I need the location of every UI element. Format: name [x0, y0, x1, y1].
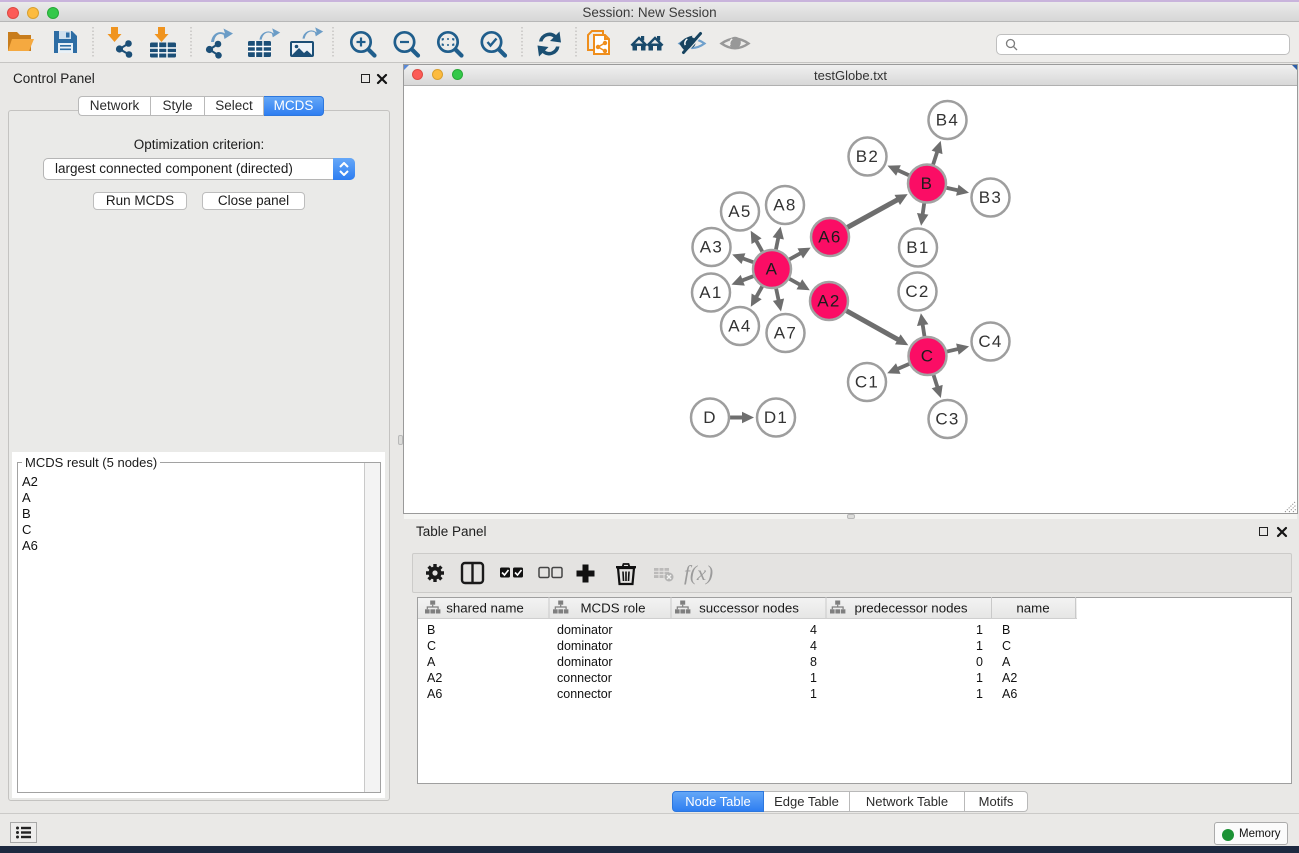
svg-text:B: B [427, 623, 435, 637]
svg-text:name: name [1016, 601, 1049, 616]
svg-text:4: 4 [810, 623, 817, 637]
svg-text:MCDS role: MCDS role [580, 601, 645, 616]
svg-text:dominator: dominator [557, 623, 613, 637]
svg-text:1: 1 [810, 687, 817, 701]
svg-text:connector: connector [557, 687, 612, 701]
svg-text:predecessor nodes: predecessor nodes [854, 601, 967, 616]
svg-text:C: C [427, 639, 436, 653]
svg-text:0: 0 [976, 655, 983, 669]
svg-text:1: 1 [976, 639, 983, 653]
svg-text:A: A [427, 655, 436, 669]
svg-text:shared name: shared name [446, 601, 524, 616]
svg-text:C: C [1002, 639, 1011, 653]
svg-text:A2: A2 [1002, 671, 1017, 685]
svg-text:B: B [1002, 623, 1010, 637]
svg-text:A2: A2 [427, 671, 442, 685]
svg-text:successor nodes: successor nodes [699, 601, 799, 616]
svg-text:1: 1 [976, 671, 983, 685]
svg-text:f(x): f(x) [684, 561, 713, 585]
svg-text:A6: A6 [1002, 687, 1017, 701]
svg-text:A6: A6 [427, 687, 442, 701]
svg-text:connector: connector [557, 671, 612, 685]
svg-text:1: 1 [810, 671, 817, 685]
svg-text:A: A [1002, 655, 1011, 669]
svg-text:4: 4 [810, 639, 817, 653]
svg-text:dominator: dominator [557, 655, 613, 669]
svg-text:8: 8 [810, 655, 817, 669]
svg-text:dominator: dominator [557, 639, 613, 653]
svg-text:1: 1 [976, 687, 983, 701]
svg-text:1: 1 [976, 623, 983, 637]
